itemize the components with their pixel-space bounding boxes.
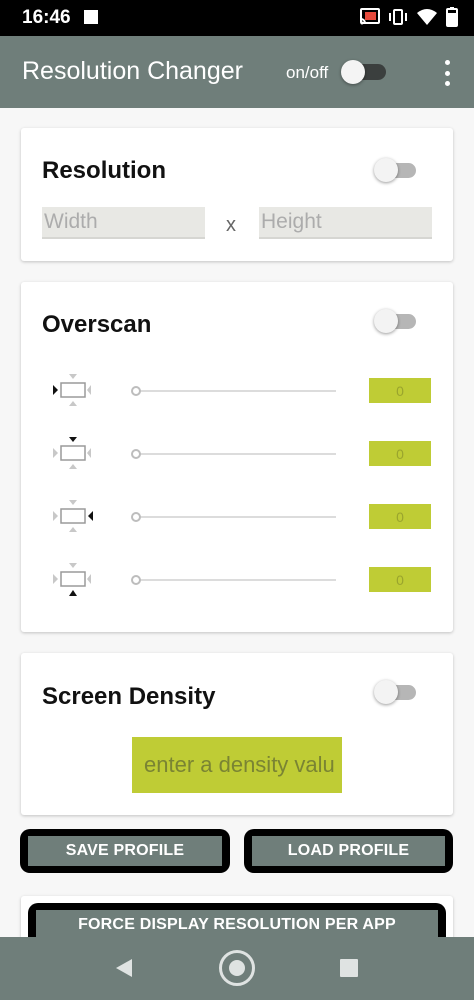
status-time: 16:46 xyxy=(22,7,71,28)
app-title: Resolution Changer xyxy=(22,57,243,85)
overscan-row-bottom xyxy=(21,561,453,597)
onoff-label: on/off xyxy=(286,63,329,82)
app-bar: Resolution Changer on/off xyxy=(0,36,474,108)
overscan-right-value[interactable] xyxy=(369,504,431,529)
overscan-bottom-slider[interactable] xyxy=(131,575,339,585)
resolution-title: Resolution xyxy=(42,157,166,184)
home-icon[interactable] xyxy=(219,950,255,986)
status-bar: 16:46 xyxy=(0,0,474,36)
load-profile-button[interactable]: LOAD PROFILE xyxy=(244,829,453,873)
status-icons xyxy=(360,7,458,27)
overscan-right-icon xyxy=(53,500,93,532)
cast-icon xyxy=(360,8,380,25)
overscan-row-right xyxy=(21,498,453,534)
resolution-separator: x xyxy=(226,214,236,236)
notification-square-icon xyxy=(84,10,98,24)
more-vert-icon[interactable] xyxy=(442,60,452,86)
height-input[interactable] xyxy=(259,207,432,239)
density-title: Screen Density xyxy=(42,683,216,710)
switch-thumb xyxy=(341,60,365,84)
overscan-left-value[interactable] xyxy=(369,378,431,403)
overscan-top-icon xyxy=(53,437,91,469)
resolution-toggle-switch[interactable] xyxy=(374,158,418,184)
overscan-left-slider[interactable] xyxy=(131,386,339,396)
recents-icon[interactable] xyxy=(340,959,358,977)
density-input[interactable] xyxy=(132,737,342,793)
density-card: Screen Density xyxy=(21,653,453,815)
overscan-row-top xyxy=(21,435,453,471)
overscan-toggle-switch[interactable] xyxy=(374,309,418,335)
overscan-bottom-icon xyxy=(53,563,91,596)
wifi-icon xyxy=(417,9,437,25)
save-profile-button[interactable]: SAVE PROFILE xyxy=(20,829,230,873)
density-toggle-switch[interactable] xyxy=(374,680,418,706)
force-resolution-label: FORCE DISPLAY RESOLUTION PER APP xyxy=(36,910,438,940)
overscan-left-icon xyxy=(53,374,91,406)
overscan-card: Overscan xyxy=(21,282,453,632)
overscan-title: Overscan xyxy=(42,311,152,338)
overscan-row-left xyxy=(21,372,453,408)
back-icon[interactable] xyxy=(115,958,133,978)
overscan-right-slider[interactable] xyxy=(131,512,339,522)
battery-icon xyxy=(446,7,458,27)
overscan-top-value[interactable] xyxy=(369,441,431,466)
vibrate-icon xyxy=(389,9,407,25)
resolution-card: Resolution x xyxy=(21,128,453,261)
save-profile-label: SAVE PROFILE xyxy=(28,836,222,866)
load-profile-label: LOAD PROFILE xyxy=(252,836,445,866)
overscan-bottom-value[interactable] xyxy=(369,567,431,592)
width-input[interactable] xyxy=(42,207,205,239)
overscan-top-slider[interactable] xyxy=(131,449,339,459)
navigation-bar xyxy=(0,937,474,1000)
master-toggle-switch[interactable] xyxy=(341,60,389,84)
